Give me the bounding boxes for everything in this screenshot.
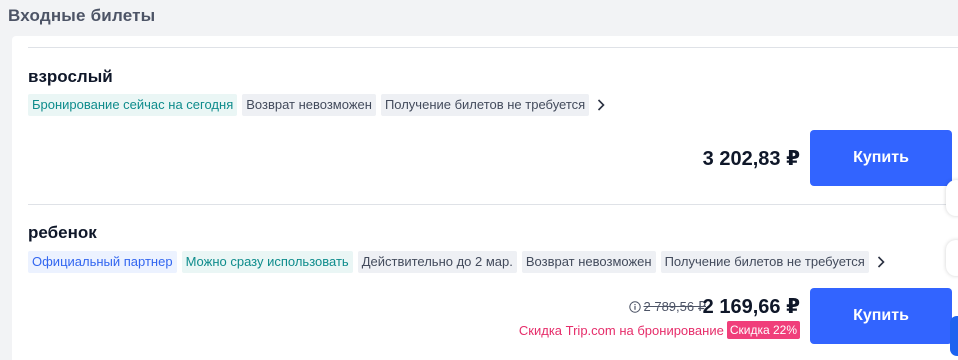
section-title: Входные билеты [8, 6, 156, 25]
divider [28, 204, 958, 205]
buy-button-child[interactable]: Купить [810, 288, 952, 344]
ticket-name-child: ребенок [28, 223, 97, 242]
ticket-price-child: 2 169,66 ₽ [702, 296, 800, 318]
ticket-price-adult: 3 202,83 ₽ [702, 148, 800, 170]
tag-no-ticket-pickup: Получение билетов не требуется [380, 94, 590, 116]
old-price: 2 789,56 ₽ [643, 299, 707, 314]
ticket-tags-adult: Бронирование сейчас на сегодня Возврат н… [28, 94, 608, 116]
ticket-name-adult: взрослый [28, 67, 113, 86]
chevron-right-icon[interactable] [594, 94, 608, 116]
old-price-group: 2 789,56 ₽ [628, 299, 707, 315]
scroll-edge-button[interactable] [946, 180, 958, 216]
ticket-tags-child: Официальный партнер Можно сразу использо… [28, 251, 888, 273]
discount-badge: Скидка 22% [726, 321, 800, 339]
buy-button-adult[interactable]: Купить [810, 130, 952, 186]
tag-booking-today: Бронирование сейчас на сегодня [28, 94, 238, 116]
info-icon[interactable] [628, 301, 641, 313]
scroll-edge-button[interactable] [946, 240, 958, 276]
tag-official-partner: Официальный партнер [28, 251, 177, 273]
floating-action-edge[interactable] [950, 316, 958, 356]
tag-no-ticket-pickup: Получение билетов не требуется [660, 251, 869, 273]
tag-no-refund: Возврат невозможен [521, 251, 656, 273]
tag-valid-until: Действительно до 2 мар. [357, 251, 517, 273]
tickets-card: взрослый Бронирование сейчас на сегодня … [12, 36, 958, 360]
discount-text: Скидка Trip.com на бронирование [518, 322, 724, 338]
divider [28, 47, 958, 48]
tag-instant-use: Можно сразу использовать [181, 251, 353, 273]
discount-row: Скидка Trip.com на бронирование Скидка 2… [519, 321, 800, 339]
tag-no-refund: Возврат невозможен [242, 94, 376, 116]
chevron-right-icon[interactable] [874, 251, 888, 273]
